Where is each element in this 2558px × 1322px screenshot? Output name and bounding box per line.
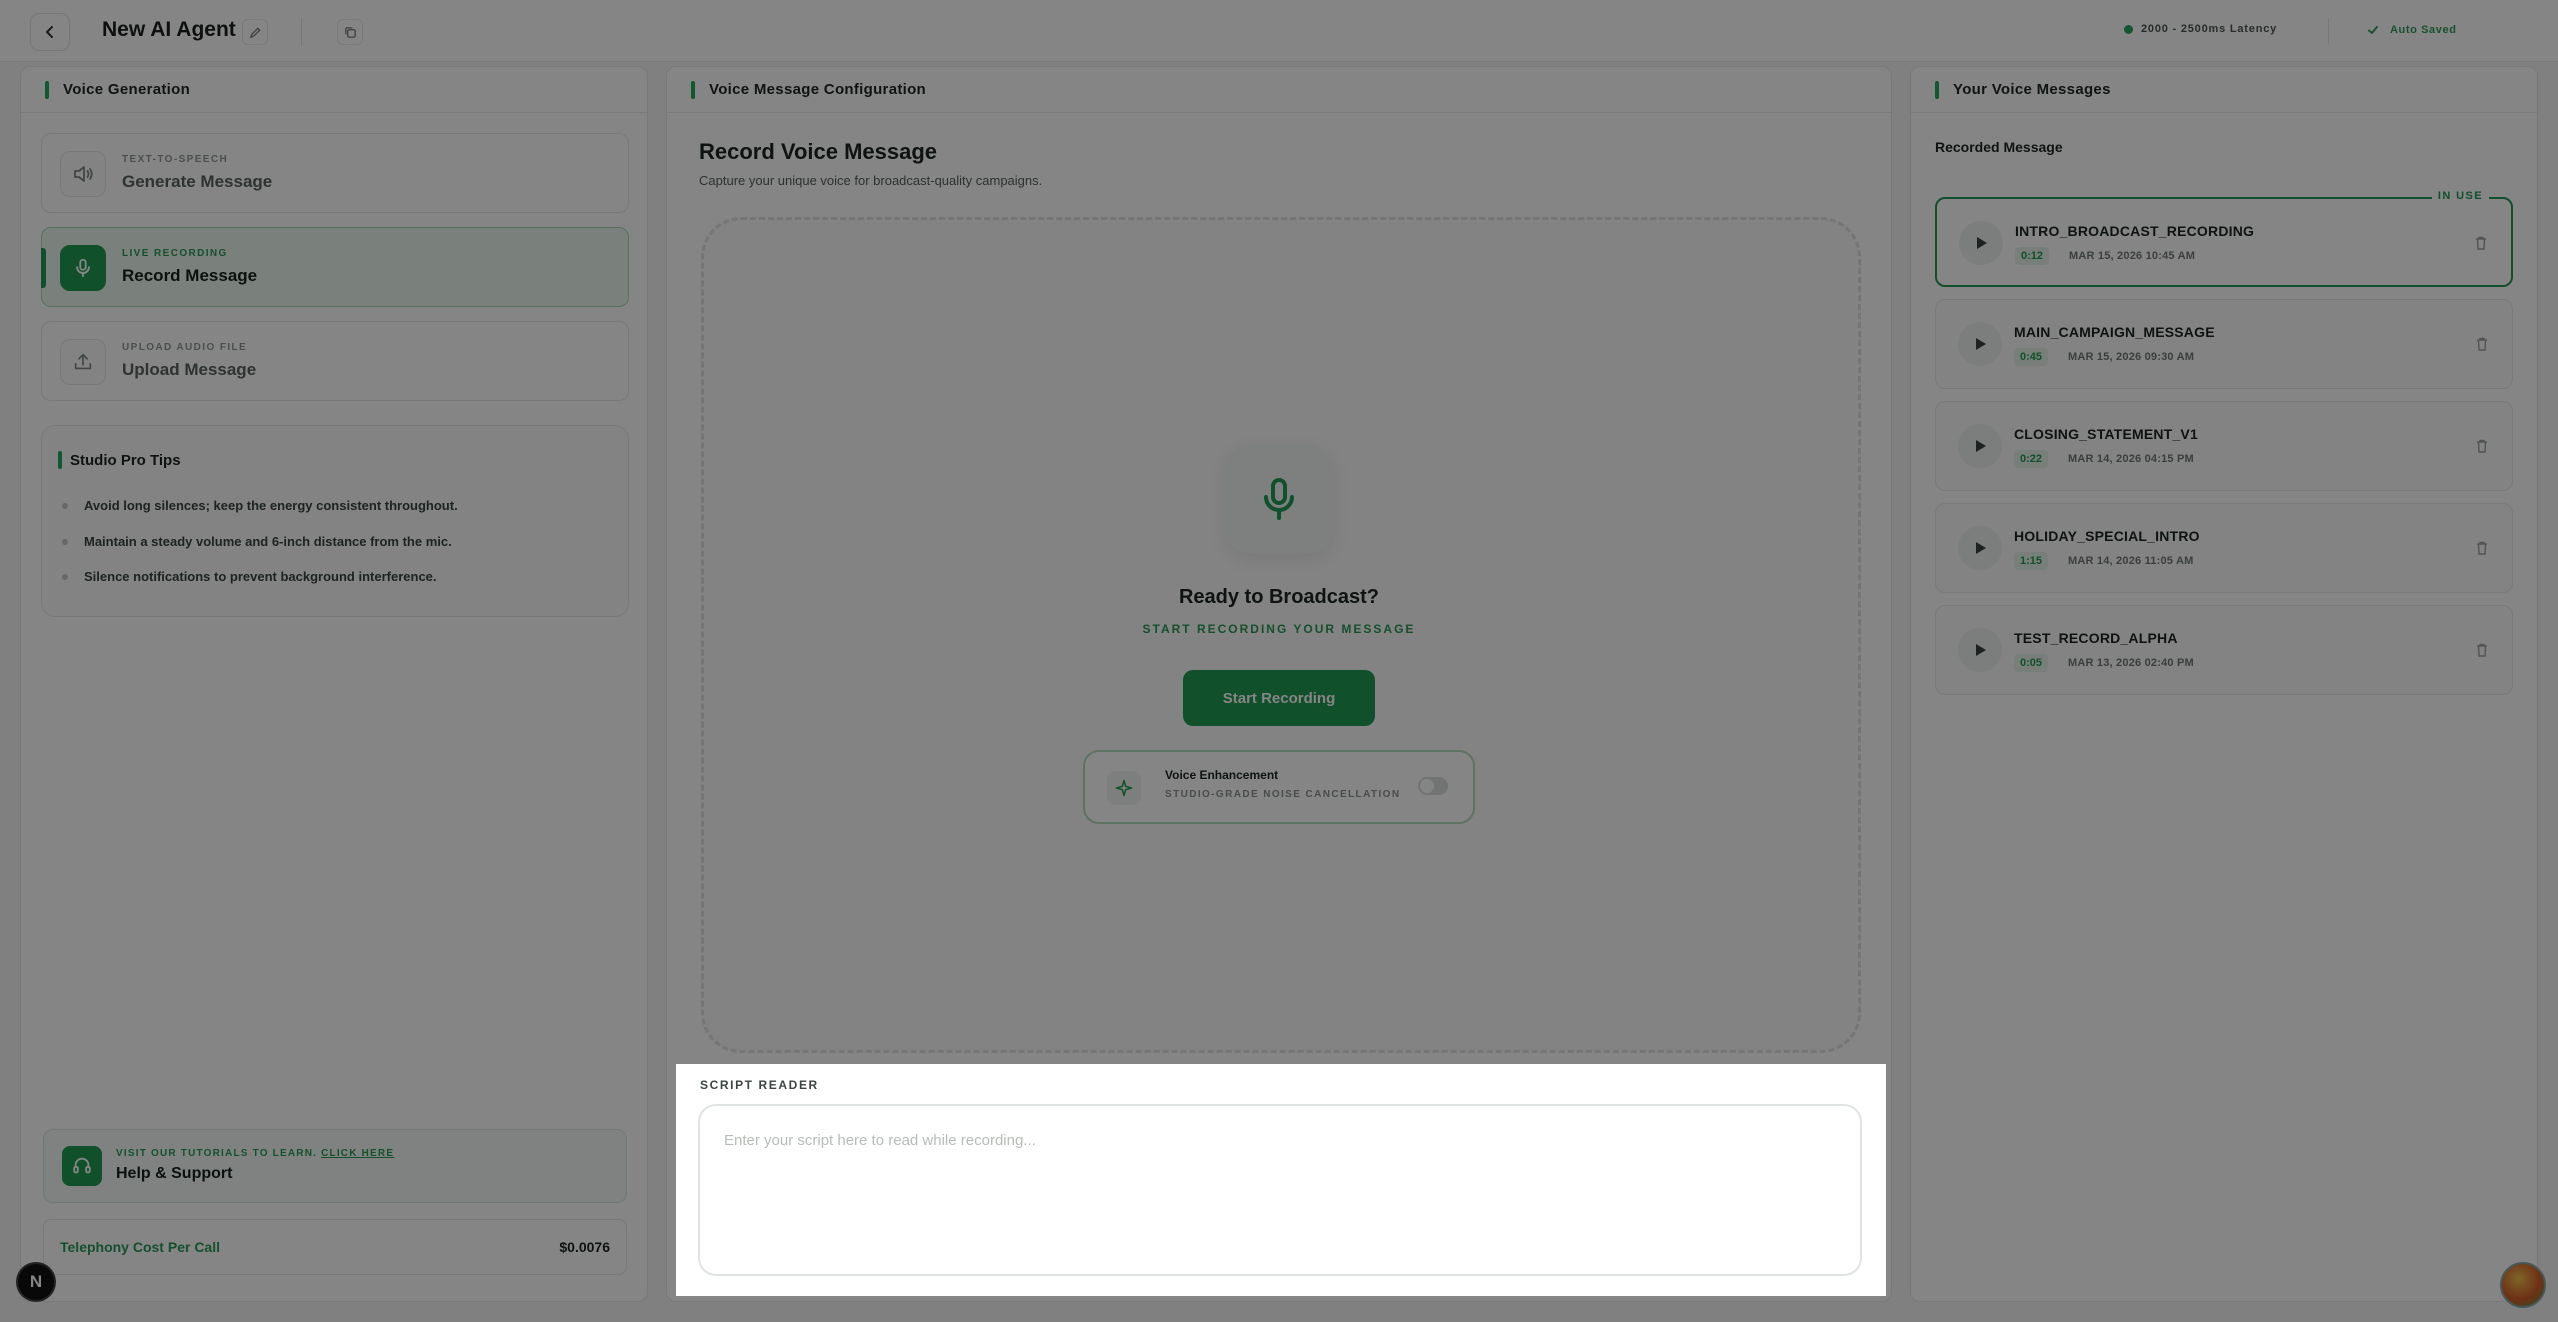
script-reader-label: SCRIPT READER — [700, 1078, 819, 1092]
script-reader-panel: SCRIPT READER — [676, 1064, 1886, 1296]
app-root: New AI Agent 2000 - 2500ms Latency Auto … — [0, 0, 2558, 1322]
script-input[interactable] — [698, 1104, 1862, 1276]
